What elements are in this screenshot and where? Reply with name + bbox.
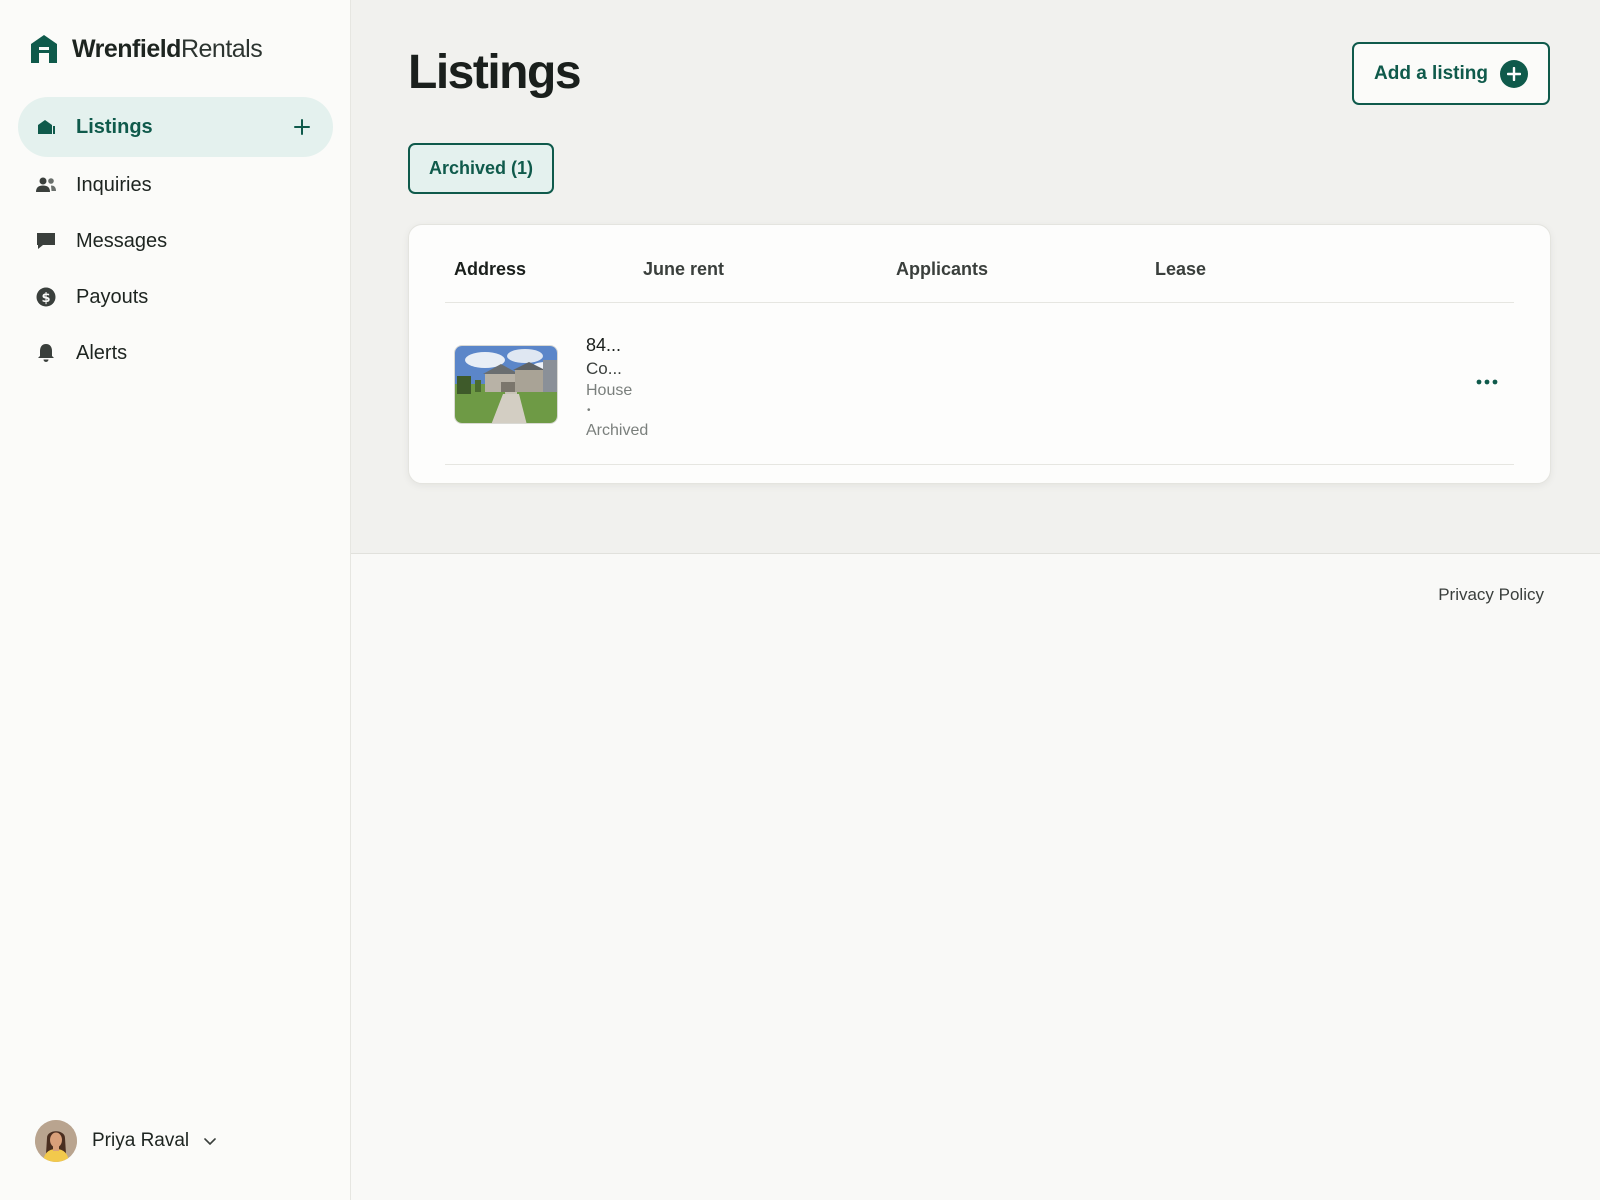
brand[interactable]: WrenfieldRentals [30,34,263,64]
svg-text:$: $ [41,291,50,306]
address-line-2: Co... [586,359,622,378]
listing-photo[interactable] [454,345,558,424]
chevron-down-icon[interactable] [203,1134,217,1148]
plus-circle-icon [1500,59,1528,88]
sidebar-item-label: Alerts [76,341,128,364]
dollar-icon: $ [36,287,56,307]
user-menu[interactable]: Priya Raval [35,1120,217,1162]
column-header-address[interactable]: Address [454,259,526,280]
property-type: House [586,382,633,399]
column-header-applicants[interactable]: Applicants [896,259,988,280]
sidebar: WrenfieldRentals Listings Inquiries Mess… [0,0,351,1200]
sidebar-nav: Listings Inquiries Messages $ Payouts Al… [18,97,333,381]
chat-icon [36,231,56,251]
sidebar-item-label: Messages [76,229,168,252]
house-icon [36,117,56,137]
bell-icon [36,343,56,363]
people-icon [36,175,56,195]
sidebar-item-listings[interactable]: Listings [18,97,333,157]
table-header: Address June rent Applicants Lease [445,225,1514,303]
plus-icon[interactable] [293,118,311,136]
column-header-june-rent[interactable]: June rent [643,259,724,280]
add-listing-label: Add a listing [1374,62,1488,84]
brand-name-light: Rentals [180,34,263,63]
sidebar-item-payouts[interactable]: $ Payouts [18,269,333,325]
archived-filter-button[interactable]: Archived (1) [408,143,554,194]
user-name: Priya Raval [92,1130,190,1151]
main-content: Listings Add a listing Archived (1) Addr… [351,0,1600,554]
page-title: Listings [408,46,582,99]
listing-status: Archived [586,422,649,439]
house-logo-icon [31,35,57,63]
sidebar-item-label: Listings [76,115,153,138]
sidebar-item-label: Inquiries [76,173,152,196]
sidebar-item-label: Payouts [76,285,149,308]
address-line-1[interactable]: 84... [586,333,648,357]
sidebar-item-inquiries[interactable]: Inquiries [18,157,333,213]
separator-dot: • [587,405,591,416]
avatar [35,1120,77,1162]
privacy-policy-link[interactable]: Privacy Policy [1438,585,1544,605]
brand-name-bold: Wrenfield [72,34,181,63]
add-listing-button[interactable]: Add a listing [1352,42,1550,105]
sidebar-item-alerts[interactable]: Alerts [18,325,333,381]
listings-table: Address June rent Applicants Lease 84...… [408,224,1551,484]
column-header-lease[interactable]: Lease [1155,259,1206,280]
more-options-icon[interactable] [1474,369,1500,395]
table-row[interactable]: 84... Co... House • Archived [445,303,1514,465]
listing-details: 84... Co... House • Archived [586,333,648,441]
sidebar-item-messages[interactable]: Messages [18,213,333,269]
